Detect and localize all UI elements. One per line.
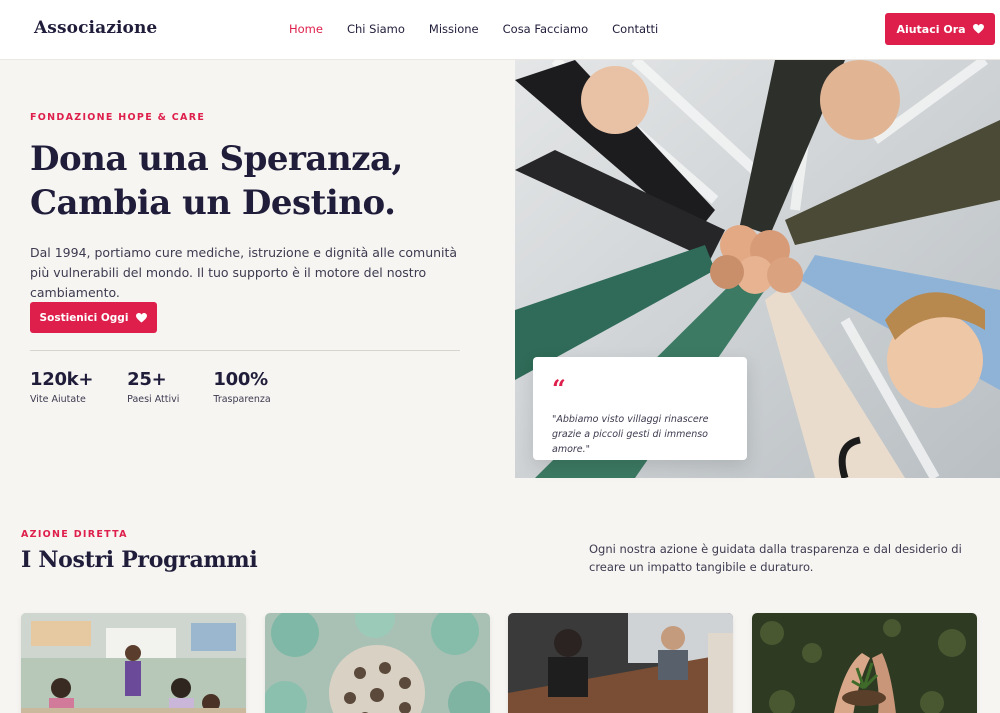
quote-icon: “ (552, 374, 566, 403)
hero-eyebrow: FONDAZIONE HOPE & CARE (30, 112, 206, 123)
stat-transparency: 100% Trasparenza (213, 369, 270, 405)
program-card-medical[interactable] (265, 613, 490, 713)
program-card-community[interactable] (508, 613, 733, 713)
heart-icon (972, 24, 984, 34)
help-now-button[interactable]: Aiutaci Ora (885, 13, 995, 45)
nav-link-chi-siamo[interactable]: Chi Siamo (347, 22, 405, 36)
stat-lives: 120k+ Vite Aiutate (30, 369, 93, 405)
program-image-community (508, 613, 733, 713)
help-now-button-label: Aiutaci Ora (896, 22, 966, 36)
support-us-button[interactable]: Sostienici Oggi (30, 302, 157, 333)
programs-title: I Nostri Programmi (21, 547, 258, 573)
nav-link-contatti[interactable]: Contatti (612, 22, 658, 36)
hero-divider (30, 350, 460, 351)
stat-label: Trasparenza (213, 394, 271, 405)
nav-link-cosa-facciamo[interactable]: Cosa Facciamo (503, 22, 589, 36)
program-card-education[interactable] (21, 613, 246, 713)
heart-icon (136, 312, 148, 323)
testimonial-quote: "Abbiamo visto villaggi rinascere grazie… (552, 414, 709, 455)
hero-stats: 120k+ Vite Aiutate 25+ Paesi Attivi 100%… (30, 369, 305, 405)
program-image-environment (752, 613, 977, 713)
testimonial-card: “ "Abbiamo visto villaggi rinascere graz… (533, 357, 747, 460)
programs-eyebrow: AZIONE DIRETTA (21, 529, 128, 540)
support-us-button-label: Sostienici Oggi (39, 311, 129, 324)
hero-description: Dal 1994, portiamo cure mediche, istruzi… (30, 245, 458, 300)
program-image-education (21, 613, 246, 713)
stat-value: 25+ (127, 369, 167, 390)
programs-description: Ogni nostra azione è guidata dalla trasp… (589, 542, 962, 574)
hero-title: Dona una Speranza, Cambia un Destino. (30, 137, 500, 225)
site-logo[interactable]: Associazione (34, 18, 157, 38)
program-image-medical (265, 613, 490, 713)
main-menu: Home Chi Siamo Missione Cosa Facciamo Co… (289, 22, 658, 36)
stat-value: 100% (213, 369, 268, 390)
stat-label: Paesi Attivi (127, 394, 180, 405)
stat-value: 120k+ (30, 369, 94, 390)
top-navigation: Associazione Home Chi Siamo Missione Cos… (0, 0, 1000, 60)
hero-title-line-1: Dona una Speranza, (30, 139, 403, 179)
stat-label: Vite Aiutate (30, 394, 86, 405)
hero-title-line-2: Cambia un Destino. (30, 183, 396, 223)
nav-link-missione[interactable]: Missione (429, 22, 479, 36)
nav-link-home[interactable]: Home (289, 22, 323, 36)
stat-countries: 25+ Paesi Attivi (127, 369, 179, 405)
program-card-environment[interactable] (752, 613, 977, 713)
